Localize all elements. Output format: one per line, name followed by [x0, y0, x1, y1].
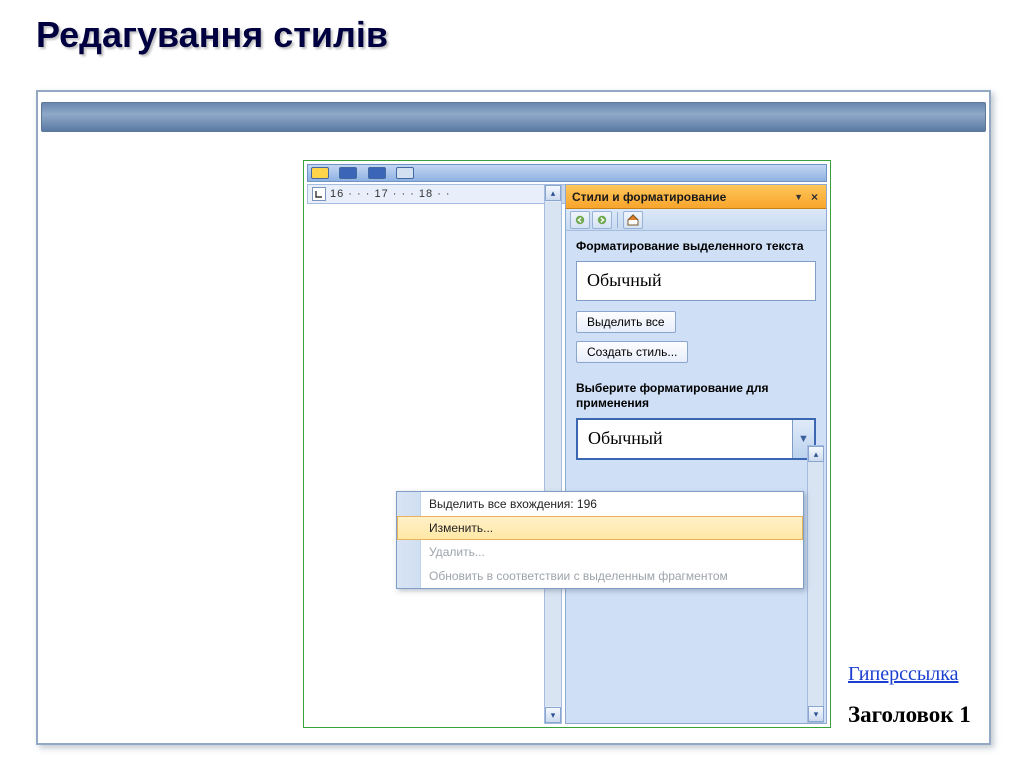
select-all-button[interactable]: Выделить все	[576, 311, 676, 333]
toolbar-icon[interactable]	[368, 167, 386, 179]
menu-label: Удалить...	[429, 545, 485, 559]
menu-select-all-instances[interactable]: Выделить все вхождения: 196	[397, 492, 803, 516]
toolbar-icon[interactable]	[396, 167, 414, 179]
current-style-name: Обычный	[587, 270, 662, 291]
style-apply-selector[interactable]: Обычный ▼	[576, 418, 816, 460]
tab-selector-icon[interactable]	[312, 187, 326, 201]
style-apply-label: Обычный	[578, 428, 792, 449]
section-apply-formatting: Выберите форматирование для применения	[576, 381, 816, 412]
style-item-label: Гиперссылка	[848, 663, 959, 686]
toolbar-fragment	[307, 164, 827, 182]
task-pane-nav	[566, 209, 826, 231]
style-item-label: Заголовок 1	[848, 702, 971, 728]
section-current-formatting: Форматирование выделенного текста	[576, 239, 816, 255]
menu-delete-style: Удалить...	[397, 540, 803, 564]
task-pane-title-bar: Стили и форматирование ▼ ×	[566, 185, 826, 209]
pane-scrollbar[interactable]: ▴ ▾	[807, 445, 824, 723]
ruler-marks: 16 · · · 17 · · · 18 · ·	[330, 188, 451, 200]
scroll-up-icon[interactable]: ▴	[545, 185, 561, 201]
menu-update-from-selection: Обновить в соответствии с выделенным фра…	[397, 564, 803, 588]
scroll-down-icon[interactable]: ▾	[545, 707, 561, 723]
scroll-track[interactable]	[545, 202, 561, 706]
nav-forward-icon[interactable]	[592, 211, 612, 229]
nav-home-icon[interactable]	[623, 211, 643, 229]
decorative-ribbon	[41, 102, 986, 132]
menu-label: Выделить все вхождения: 196	[429, 497, 597, 511]
task-pane-body: Форматирование выделенного текста Обычны…	[566, 231, 826, 468]
task-pane-title: Стили и форматирование	[572, 190, 726, 204]
nav-back-icon[interactable]	[570, 211, 590, 229]
style-item-heading1[interactable]: Заголовок 1 ¶	[846, 694, 1024, 736]
menu-label: Изменить...	[429, 521, 493, 535]
scroll-up-icon[interactable]: ▴	[808, 446, 824, 462]
content-frame: 16 · · · 17 · · · 18 · · ▴ ▾ Стили и фор…	[36, 90, 991, 745]
styles-task-pane: Стили и форматирование ▼ × Форматировани…	[565, 184, 827, 724]
close-icon[interactable]: ×	[809, 190, 820, 204]
toolbar-icon[interactable]	[311, 167, 329, 179]
style-context-menu: Выделить все вхождения: 196 Изменить... …	[396, 491, 804, 589]
screenshot-region: 16 · · · 17 · · · 18 · · ▴ ▾ Стили и фор…	[303, 160, 831, 728]
menu-label: Обновить в соответствии с выделенным фра…	[429, 569, 728, 583]
style-list-continuation: Гиперссылка a Заголовок 1 ¶	[846, 655, 1024, 736]
menu-modify-style[interactable]: Изменить...	[397, 516, 803, 540]
current-style-display[interactable]: Обычный	[576, 261, 816, 301]
toolbar-icon[interactable]	[339, 167, 357, 179]
scroll-down-icon[interactable]: ▾	[808, 706, 824, 722]
slide-title: Редагування стилів	[36, 14, 388, 56]
nav-separator	[617, 212, 618, 228]
pane-menu-dropdown-icon[interactable]: ▼	[794, 192, 803, 202]
new-style-button[interactable]: Создать стиль...	[576, 341, 688, 363]
style-item-hyperlink[interactable]: Гиперссылка a	[846, 655, 1024, 694]
document-scrollbar[interactable]: ▴ ▾	[544, 184, 562, 724]
ruler: 16 · · · 17 · · · 18 · ·	[307, 184, 553, 204]
